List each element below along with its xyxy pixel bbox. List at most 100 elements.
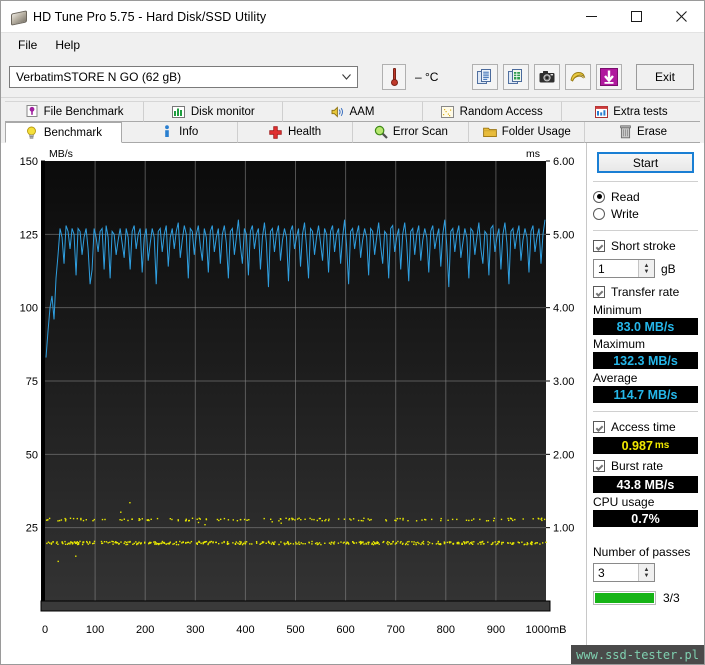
svg-text:2.00: 2.00	[553, 449, 574, 461]
svg-text:ms: ms	[526, 148, 540, 160]
average-label: Average	[593, 371, 638, 385]
radio-read-label: Read	[611, 189, 640, 204]
svg-text:1000mB: 1000mB	[526, 624, 567, 636]
save-download-icon[interactable]	[596, 64, 622, 90]
close-icon[interactable]	[659, 1, 704, 32]
svg-text:500: 500	[286, 624, 304, 636]
svg-text:600: 600	[336, 624, 354, 636]
tab-folder-usage[interactable]: Folder Usage	[469, 122, 586, 143]
svg-text:50: 50	[26, 449, 38, 461]
minimize-icon[interactable]	[569, 1, 614, 32]
short-stroke-value: 1	[598, 261, 605, 276]
info-icon	[160, 125, 174, 139]
svg-text:75: 75	[26, 376, 38, 388]
tab-disk-monitor[interactable]: Disk monitor	[144, 101, 284, 122]
tab-label: AAM	[349, 105, 375, 118]
toolbar: VerbatimSTORE N GO (62 gB) – °C Exit	[1, 57, 704, 98]
export-excel-icon[interactable]	[503, 64, 529, 90]
screenshot-icon[interactable]	[534, 64, 560, 90]
trash-icon	[618, 125, 632, 139]
copy-report-icon[interactable]	[472, 64, 498, 90]
maximize-icon[interactable]	[614, 1, 659, 32]
tab-label: Folder Usage	[501, 126, 571, 138]
svg-text:25: 25	[26, 523, 38, 535]
tab-row-1: File Benchmark Disk monitor AAM Random A…	[5, 101, 701, 122]
chart-canvas: MB/s ms 25 50 75 100 125 150 1.00 2.00 3.00 4.00 5.0…	[20, 148, 575, 636]
temperature-value: – °C	[415, 70, 439, 84]
bulb-icon	[25, 126, 39, 140]
passes-stepper-arrows-icon[interactable]: ▲ ▼	[638, 564, 654, 581]
tab-random-access[interactable]: Random Access	[422, 101, 562, 122]
minimum-value: 83.0 MB/s	[593, 318, 698, 335]
access-time-unit: ms	[654, 440, 670, 451]
tab-aam[interactable]: AAM	[283, 101, 423, 122]
checkbox-access-time[interactable]: Access time	[593, 418, 698, 436]
burst-rate-value: 43.8 MB/s	[593, 476, 698, 493]
tab-label: Extra tests	[613, 105, 668, 118]
passes-stepper-row: 3 ▲ ▼	[593, 563, 698, 582]
tab-benchmark[interactable]: Benchmark	[5, 122, 122, 143]
folder-gold-icon[interactable]	[565, 64, 591, 90]
speaker-icon	[331, 105, 345, 119]
tab-erase[interactable]: Erase	[585, 122, 700, 143]
svg-text:4.00: 4.00	[553, 303, 574, 315]
tab-error-scan[interactable]: Error Scan	[353, 122, 470, 143]
extra-tests-icon	[594, 105, 608, 119]
start-button[interactable]: Start	[597, 152, 694, 173]
short-stroke-stepper[interactable]: 1 ▲ ▼	[593, 259, 655, 278]
checkbox-burst-rate[interactable]: Burst rate	[593, 457, 698, 475]
random-access-icon	[441, 105, 455, 119]
progress-text: 3/3	[663, 591, 680, 605]
svg-text:1.00: 1.00	[553, 523, 574, 535]
radio-read[interactable]: Read	[593, 188, 698, 205]
radio-write[interactable]: Write	[593, 205, 698, 222]
passes-stepper[interactable]: 3 ▲ ▼	[593, 563, 655, 582]
file-benchmark-icon	[25, 105, 39, 119]
tab-health[interactable]: Health	[237, 122, 354, 143]
svg-text:900: 900	[487, 624, 505, 636]
menu-item-file[interactable]: File	[9, 35, 46, 55]
menu-item-help[interactable]: Help	[46, 35, 89, 55]
tab-label: Disk monitor	[190, 105, 255, 118]
svg-text:3.00: 3.00	[553, 376, 574, 388]
hdtune-window: HD Tune Pro 5.75 - Hard Disk/SSD Utility…	[0, 0, 705, 665]
svg-text:200: 200	[136, 624, 154, 636]
menu-bar: File Help	[1, 33, 704, 57]
device-select[interactable]: VerbatimSTORE N GO (62 gB)	[9, 66, 358, 88]
radio-read-indicator	[593, 190, 605, 203]
checkbox-transfer-rate[interactable]: Transfer rate	[593, 283, 698, 301]
radio-write-indicator	[593, 207, 605, 220]
window-controls	[569, 1, 704, 32]
svg-text:6.00: 6.00	[553, 156, 574, 168]
cpu-usage-label: CPU usage	[593, 495, 655, 509]
tab-label: Benchmark	[43, 126, 102, 139]
maximum-label: Maximum	[593, 337, 646, 351]
short-stroke-stepper-row: 1 ▲ ▼ gB	[593, 259, 698, 278]
tab-label: Health	[287, 126, 322, 138]
transfer-rate-label: Transfer rate	[611, 285, 680, 299]
access-time-value: 0.987 ms	[593, 437, 698, 454]
svg-text:125: 125	[20, 229, 38, 241]
exit-button[interactable]: Exit	[636, 64, 694, 90]
tab-label: Random Access	[459, 105, 543, 118]
device-select-value: VerbatimSTORE N GO (62 gB)	[16, 70, 182, 84]
results-panel: Start Read Write Short stroke 1 ▲ ▼ gB T…	[586, 143, 704, 664]
window-title: HD Tune Pro 5.75 - Hard Disk/SSD Utility	[33, 9, 267, 24]
burst-rate-label: Burst rate	[611, 459, 664, 473]
stepper-arrows-icon[interactable]: ▲ ▼	[638, 260, 654, 277]
radio-write-label: Write	[611, 206, 639, 221]
progress-row: 3/3	[593, 591, 698, 605]
tab-strip: File Benchmark Disk monitor AAM Random A…	[1, 98, 704, 143]
short-stroke-unit: gB	[661, 261, 676, 276]
tab-info[interactable]: Info	[121, 122, 238, 143]
short-stroke-label: Short stroke	[611, 239, 676, 253]
passes-label: Number of passes	[593, 545, 691, 559]
disk-monitor-icon	[172, 105, 186, 119]
watermark: www.ssd-tester.pl	[571, 645, 704, 664]
tab-extra-tests[interactable]: Extra tests	[561, 101, 701, 122]
title-bar: HD Tune Pro 5.75 - Hard Disk/SSD Utility	[1, 1, 704, 33]
checkbox-short-stroke[interactable]: Short stroke	[593, 237, 698, 255]
tab-file-benchmark[interactable]: File Benchmark	[5, 101, 145, 122]
chevron-down-icon	[338, 74, 354, 80]
temperature-indicator	[382, 64, 406, 90]
